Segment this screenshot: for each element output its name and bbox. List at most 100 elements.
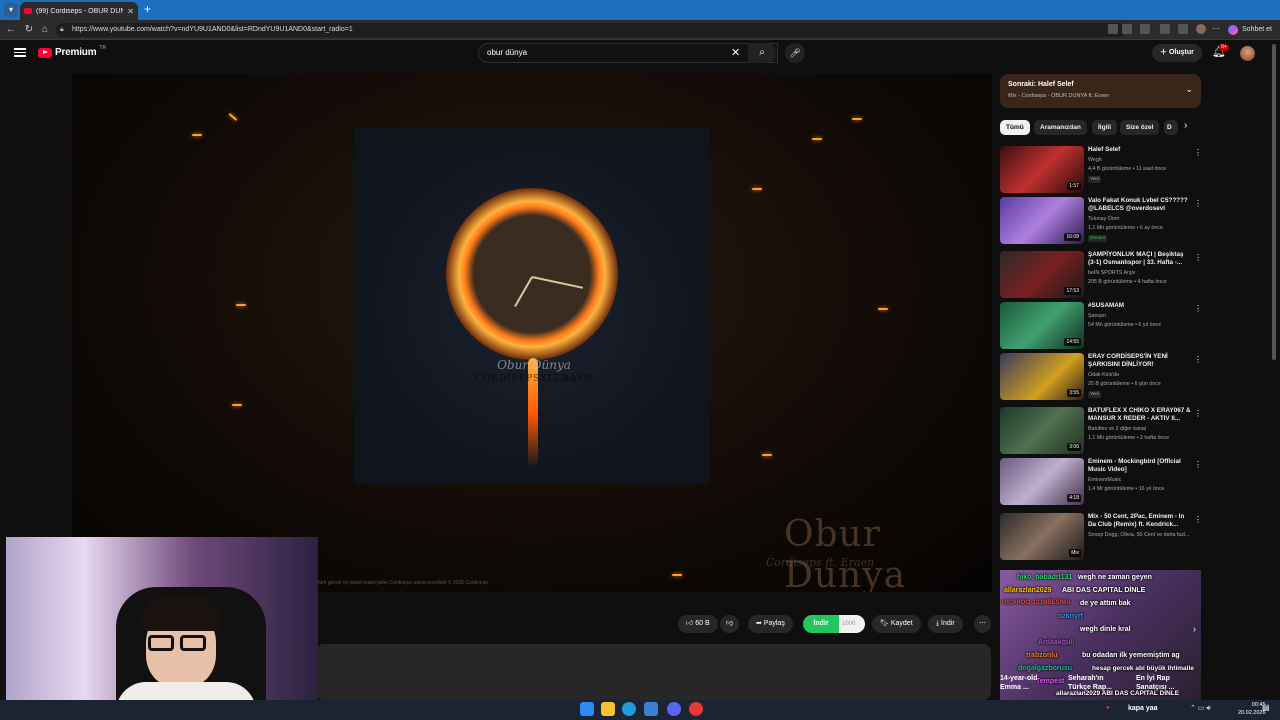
channel-name[interactable]: Wegh bbox=[1088, 157, 1198, 165]
video-title[interactable]: #SUSAMAM bbox=[1088, 302, 1192, 310]
video-thumbnail[interactable]: 14:55 bbox=[1000, 302, 1084, 349]
clear-search-icon[interactable]: ✕ bbox=[731, 46, 740, 59]
tab-menu-button[interactable]: ▾ bbox=[4, 3, 18, 17]
more-vert-icon[interactable]: ⋮ bbox=[1194, 304, 1202, 313]
back-icon[interactable]: ← bbox=[4, 23, 18, 37]
channel-name[interactable]: EminemMusic bbox=[1088, 477, 1198, 485]
obs-icon[interactable] bbox=[689, 702, 703, 716]
video-thumbnail[interactable]: 16:08 bbox=[1000, 197, 1084, 244]
more-vert-icon[interactable]: ⋮ bbox=[1194, 515, 1202, 524]
share-button[interactable]: ➦ Paylaş bbox=[748, 615, 793, 633]
short-title[interactable]: 14-year-old Emma ... bbox=[1000, 674, 1050, 692]
new-tab-button[interactable]: + bbox=[144, 2, 151, 16]
channel-name[interactable]: beIN SPORTS Arşiv bbox=[1088, 270, 1198, 278]
dislike-button[interactable]: 👎︎ bbox=[720, 615, 740, 633]
more-vert-icon[interactable]: ⋮ bbox=[1194, 253, 1202, 262]
more-vert-icon[interactable]: ⋮ bbox=[1194, 148, 1202, 157]
youtube-logo[interactable]: Premium TR bbox=[38, 45, 106, 58]
up-next-panel[interactable]: Sonraki: Halef Selef Mix - Cordiseps - O… bbox=[1000, 74, 1201, 108]
home-icon[interactable]: ⌂ bbox=[38, 23, 52, 37]
search-button[interactable]: ⌕ bbox=[748, 43, 776, 63]
video-thumbnail[interactable]: 1:57 bbox=[1000, 146, 1084, 193]
chip-all[interactable]: Tümü bbox=[1000, 120, 1030, 135]
extension-icon[interactable] bbox=[1140, 24, 1150, 34]
video-title[interactable]: Halef Selef bbox=[1088, 146, 1192, 154]
short-title[interactable]: En İyi Rap Sanatçısı ... bbox=[1136, 674, 1186, 692]
discord-icon[interactable] bbox=[667, 702, 681, 716]
video-thumbnail[interactable]: Mix bbox=[1000, 513, 1084, 560]
tray-user[interactable]: kapa yaa bbox=[1128, 705, 1158, 712]
store-icon[interactable] bbox=[644, 702, 658, 716]
chevron-right-icon[interactable]: › bbox=[1193, 624, 1196, 634]
description-box[interactable] bbox=[316, 644, 991, 700]
chip-related[interactable]: İlgili bbox=[1092, 120, 1117, 135]
chat-username: RICARDO_COMBESIMA bbox=[1002, 600, 1071, 606]
chip-more[interactable]: D bbox=[1164, 120, 1178, 135]
like-button[interactable]: 👍︎ 60 B bbox=[678, 615, 718, 633]
video-title[interactable]: Mix - 50 Cent, 2Pac, Eminem - In Da Club… bbox=[1088, 513, 1192, 529]
short-title[interactable]: Seharah'ın Türkçe Rap... bbox=[1068, 674, 1118, 692]
more-actions-icon[interactable]: ⋯ bbox=[974, 615, 991, 633]
list-item[interactable]: 3:55 ERAY CORDİSEPS'İN YENİ ŞARKISINI Dİ… bbox=[1000, 353, 1205, 403]
download-extension-button[interactable]: İndir 1000 bbox=[803, 615, 865, 633]
copilot-label: Sohbet et bbox=[1242, 26, 1272, 33]
video-player[interactable]: Obur Dünya CORDISEPSXLLRAEN Obur Dunya C… bbox=[72, 74, 992, 592]
chat-username: Ardaakgull bbox=[1038, 639, 1075, 646]
video-thumbnail[interactable]: 17:53 bbox=[1000, 251, 1084, 298]
webcam-overlay bbox=[6, 537, 318, 710]
video-thumbnail[interactable]: 3:06 bbox=[1000, 407, 1084, 454]
duration-badge: 3:06 bbox=[1067, 443, 1081, 451]
edge-icon[interactable] bbox=[622, 702, 636, 716]
more-vert-icon[interactable]: ⋮ bbox=[1194, 199, 1202, 208]
file-explorer-icon[interactable] bbox=[601, 702, 615, 716]
video-title[interactable]: Eminem - Mockingbird [Official Music Vid… bbox=[1088, 458, 1192, 474]
reader-icon[interactable] bbox=[1108, 24, 1118, 34]
list-item[interactable]: 1:57 Halef Selef Wegh 4,4 B görüntüleme … bbox=[1000, 146, 1205, 196]
channel-name[interactable]: Tolunay Ören bbox=[1088, 216, 1198, 224]
start-icon[interactable] bbox=[580, 702, 594, 716]
list-item[interactable]: 4:18 Eminem - Mockingbird [Official Musi… bbox=[1000, 458, 1205, 508]
browser-tab[interactable]: (99) Cordiseps - OBUR DUNYA ft. ✕ bbox=[20, 2, 138, 20]
chip-for-you[interactable]: Size özel bbox=[1120, 120, 1160, 135]
tab-close-icon[interactable]: ✕ bbox=[127, 7, 134, 16]
list-item[interactable]: 3:06 BATUFLEX X CHIKO X ERAY067 & MANSUR… bbox=[1000, 407, 1205, 457]
video-title[interactable]: ERAY CORDİSEPS'İN YENİ ŞARKISINI DİNLİYO… bbox=[1088, 353, 1192, 369]
channel-name[interactable]: Şanışer bbox=[1088, 313, 1198, 321]
more-icon[interactable]: ⋯ bbox=[1212, 24, 1222, 34]
channel-name[interactable]: Batuflex ve 2 diğer kanal bbox=[1088, 426, 1198, 434]
refresh-icon[interactable]: ↻ bbox=[22, 23, 36, 37]
copilot-button[interactable]: Sohbet et bbox=[1228, 22, 1272, 38]
create-button[interactable]: ＋ Oluştur bbox=[1152, 44, 1202, 62]
chip-from-search[interactable]: Aramanızdan bbox=[1034, 120, 1087, 135]
profile-icon[interactable] bbox=[1196, 24, 1206, 34]
list-item[interactable]: Mix Mix - 50 Cent, 2Pac, Eminem - In Da … bbox=[1000, 513, 1205, 563]
more-vert-icon[interactable]: ⋮ bbox=[1194, 355, 1202, 364]
more-vert-icon[interactable]: ⋮ bbox=[1194, 409, 1202, 418]
download-button[interactable]: ⤓ İndir bbox=[928, 615, 963, 633]
save-button[interactable]: 🔖︎ Kaydet bbox=[872, 615, 921, 633]
chevron-right-icon[interactable]: › bbox=[1184, 120, 1187, 131]
list-item[interactable]: 16:08 Valo Fakat Konuk Lvbel C5????? @LA… bbox=[1000, 197, 1205, 247]
scrollbar[interactable] bbox=[1272, 44, 1276, 360]
list-item[interactable]: 17:53 ŞAMPİYONLUK MAÇI | Beşiktaş (3-1) … bbox=[1000, 251, 1205, 301]
video-title[interactable]: BATUFLEX X CHIKO X ERAY067 & MANSUR X RE… bbox=[1088, 407, 1192, 423]
collections-icon[interactable] bbox=[1160, 24, 1170, 34]
more-vert-icon[interactable]: ⋮ bbox=[1194, 460, 1202, 469]
list-item[interactable]: 14:55 #SUSAMAM Şanışer 54 Mn görüntüleme… bbox=[1000, 302, 1205, 352]
video-thumbnail[interactable]: 3:55 bbox=[1000, 353, 1084, 400]
chevron-down-icon[interactable]: ⌄ bbox=[1185, 84, 1193, 95]
video-title[interactable]: Valo Fakat Konuk Lvbel C5????? @LABELCS … bbox=[1088, 197, 1192, 213]
system-tray-icons[interactable]: ⌃ ▭ 🔊︎ bbox=[1190, 704, 1211, 713]
channel-name[interactable]: Odak Kick'de bbox=[1088, 372, 1198, 380]
address-bar[interactable]: 🔒︎ https://www.youtube.com/watch?v=ndYU9… bbox=[56, 23, 1126, 37]
favorite-icon[interactable] bbox=[1122, 24, 1132, 34]
voice-search-icon[interactable]: 🎤︎ bbox=[785, 43, 805, 63]
notification-center-icon[interactable]: ▤ bbox=[1262, 703, 1270, 712]
browser-tab-strip bbox=[0, 0, 1280, 20]
avatar[interactable] bbox=[1240, 46, 1255, 61]
favorites-bar-icon[interactable] bbox=[1178, 24, 1188, 34]
video-thumbnail[interactable]: 4:18 bbox=[1000, 458, 1084, 505]
channel-name[interactable]: Snoop Dogg, Olivia, 50 Cent ve daha fazl… bbox=[1088, 532, 1198, 540]
menu-icon[interactable] bbox=[14, 46, 26, 58]
video-title[interactable]: ŞAMPİYONLUK MAÇI | Beşiktaş (3-1) Osmanl… bbox=[1088, 251, 1192, 267]
